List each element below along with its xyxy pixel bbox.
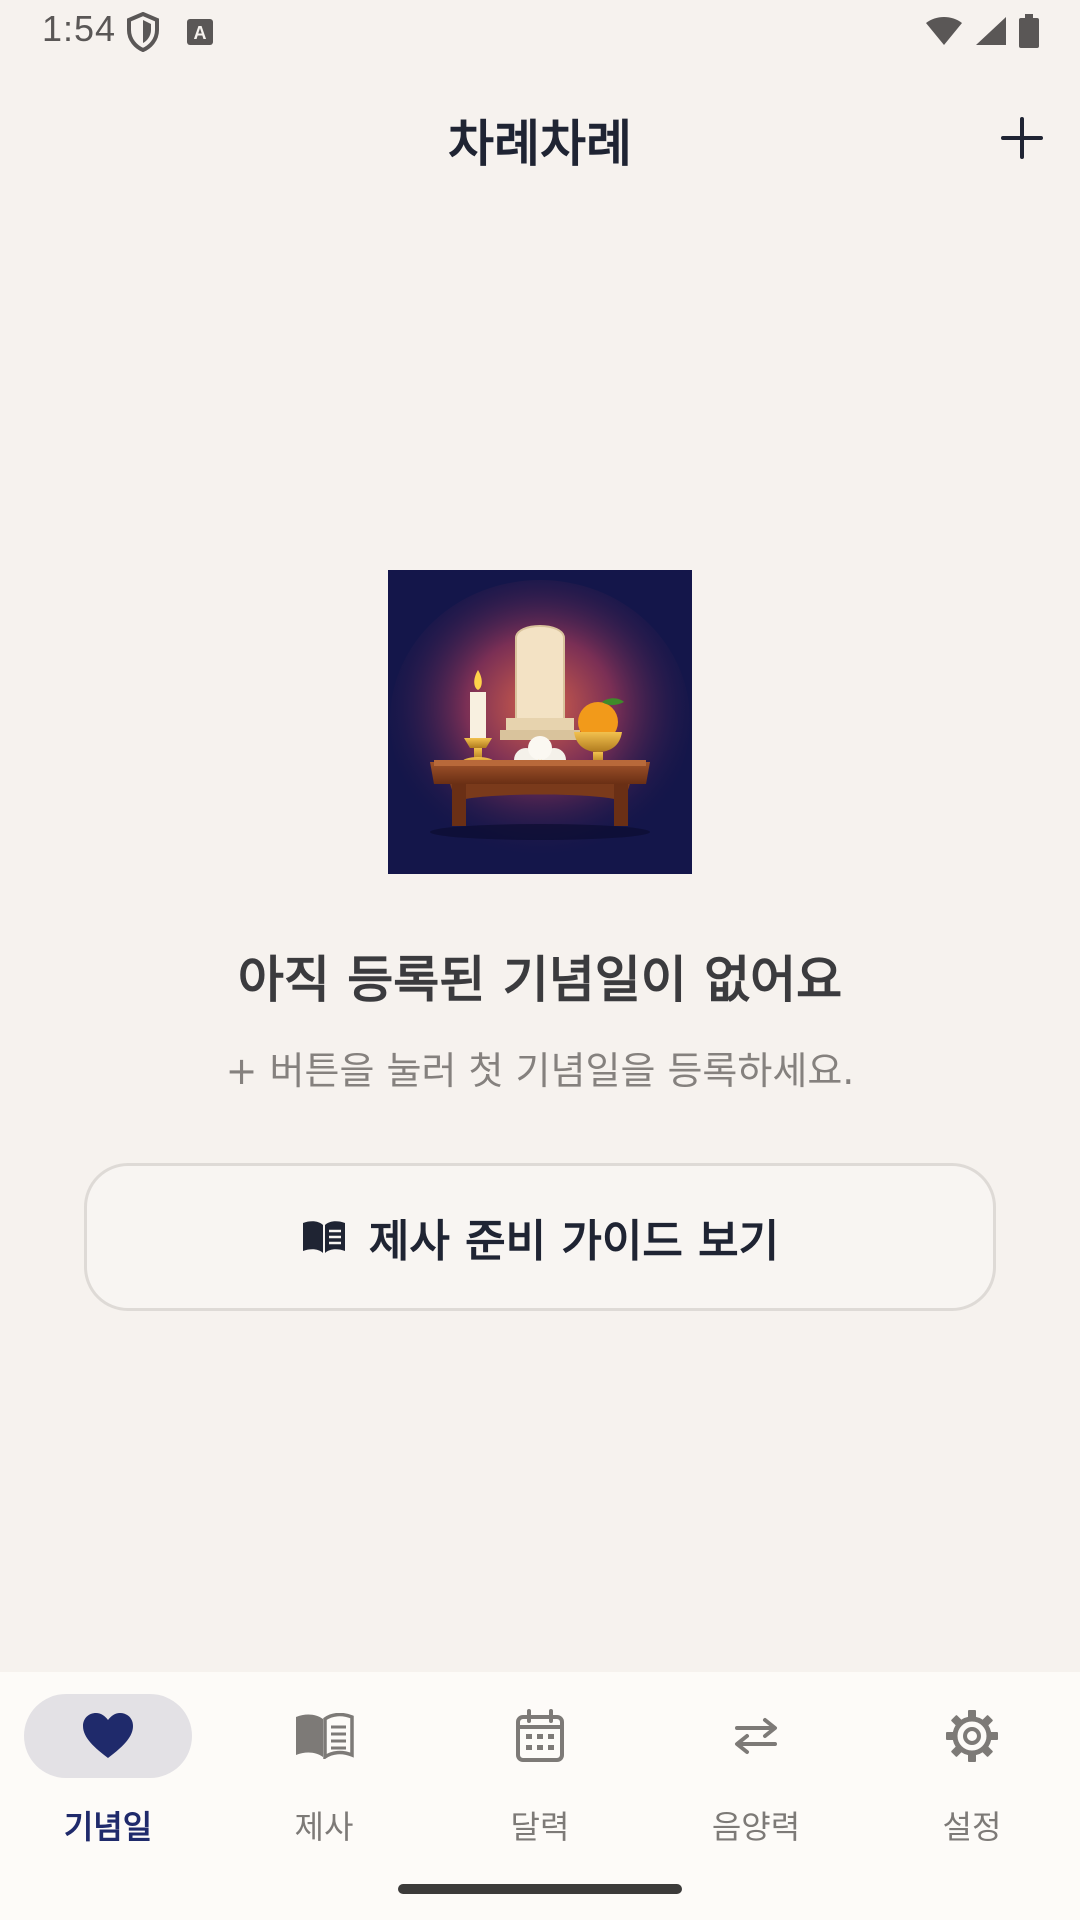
- app-title: 차례차례: [448, 115, 632, 173]
- nav-label-settings: 설정: [942, 1808, 1002, 1846]
- signal-icon: [974, 15, 1008, 51]
- nav-indicator: [24, 1694, 192, 1778]
- nav-item-memorial[interactable]: 제사: [216, 1694, 432, 1854]
- swap-arrows-icon: [735, 1718, 777, 1754]
- guide-button-label: 제사 준비 가이드 보기: [368, 1216, 780, 1267]
- nav-label-lunar-solar: 음양력: [711, 1808, 801, 1846]
- empty-state-subtitle: + 버튼을 눌러 첫 기념일을 등록하세요.: [225, 1049, 855, 1093]
- gear-icon: [946, 1710, 998, 1762]
- nav-item-anniversary[interactable]: 기념일: [0, 1694, 216, 1854]
- book-icon: [296, 1713, 354, 1759]
- screen: 1:54 A 차례차례 아직 등록된 기념일이 없어요 + 버튼을 눌러 첫 기…: [0, 0, 1080, 1920]
- svg-text:A: A: [194, 23, 207, 43]
- status-bar: 1:54 A: [0, 0, 1080, 64]
- plus-icon: [1001, 117, 1043, 159]
- app-bar: 차례차례: [0, 64, 1080, 214]
- ancestral-altar-illustration: [388, 570, 692, 874]
- add-button[interactable]: [990, 106, 1054, 170]
- guide-button[interactable]: 제사 준비 가이드 보기: [84, 1163, 996, 1311]
- status-time: 1:54: [42, 8, 117, 49]
- empty-state-title: 아직 등록된 기념일이 없어요: [237, 951, 843, 1009]
- battery-icon: [1018, 14, 1040, 52]
- nav-label-memorial: 제사: [294, 1808, 354, 1846]
- nav-item-settings[interactable]: 설정: [864, 1694, 1080, 1854]
- heart-icon: [83, 1713, 133, 1758]
- nav-item-lunar-solar[interactable]: 음양력: [648, 1694, 864, 1854]
- shield-icon: [126, 11, 160, 56]
- open-book-icon: [302, 1221, 345, 1253]
- calendar-icon: [516, 1709, 564, 1762]
- status-right-icons: [924, 14, 1040, 52]
- a-box-icon: A: [186, 18, 214, 50]
- status-left-icons: A: [126, 11, 214, 56]
- bottom-nav: 기념일 제사 달력 음양력 설정: [0, 1672, 1080, 1920]
- nav-label-anniversary: 기념일: [63, 1808, 153, 1846]
- wifi-icon: [924, 15, 964, 51]
- home-indicator[interactable]: [398, 1884, 682, 1894]
- nav-item-calendar[interactable]: 달력: [432, 1694, 648, 1854]
- nav-label-calendar: 달력: [510, 1808, 570, 1846]
- ancestral-altar-icon: [388, 570, 692, 874]
